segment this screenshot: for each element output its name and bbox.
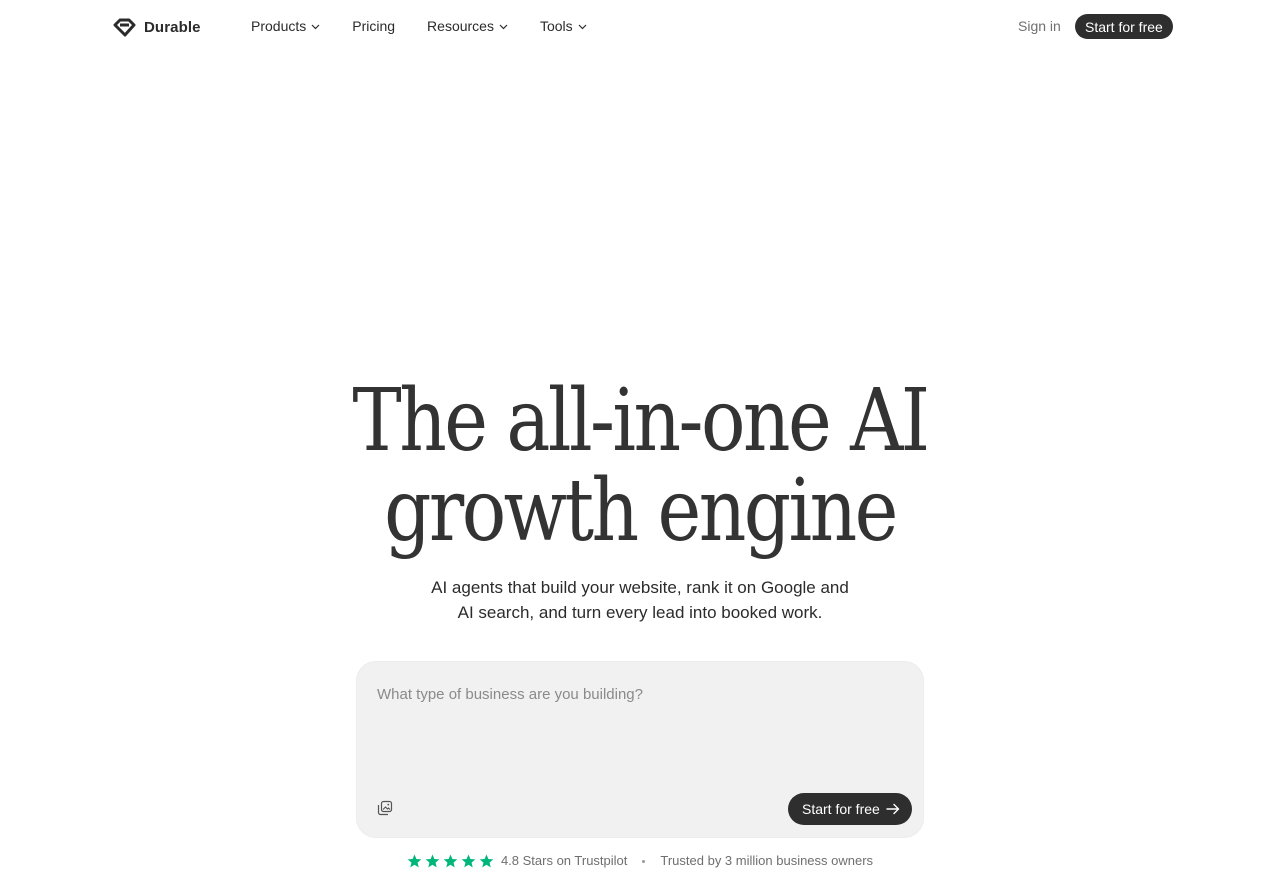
hero-subheading: AI agents that build your website, rank … [0, 575, 1280, 625]
star-icon [443, 854, 458, 868]
trustpilot-rating-text: 4.8 Stars on Trustpilot [500, 853, 628, 868]
brand-logo[interactable]: Durable [113, 15, 201, 39]
nav-item-tools[interactable]: Tools [540, 17, 587, 35]
headline-line-1: The all-in-one AI [352, 371, 930, 471]
nav-item-resources[interactable]: Resources [427, 17, 508, 35]
nav-item-label: Tools [539, 18, 573, 34]
star-icon [407, 854, 422, 868]
star-icon [425, 854, 440, 868]
chevron-down-icon [578, 24, 587, 29]
sign-in-link[interactable]: Sign in [1018, 17, 1061, 35]
diamond-logo-icon [113, 18, 136, 36]
star-icon [479, 854, 494, 868]
brand-name: Durable [144, 18, 201, 36]
prompt-cta-label: Start for free [802, 801, 880, 817]
subhead-line-1: AI agents that build your website, rank … [431, 578, 849, 597]
nav-item-label: Resources [427, 18, 494, 34]
subhead-line-2: AI search, and turn every lead into book… [457, 603, 823, 622]
headline-line-2: growth engine [384, 461, 898, 561]
chevron-down-icon [311, 24, 320, 29]
arrow-right-icon [886, 803, 900, 815]
top-nav: Durable Products Pricing Resources Tools… [0, 0, 1280, 54]
nav-item-label: Products [251, 18, 307, 34]
separator-dot [642, 859, 646, 863]
hero-headline: The all-in-one AI growth engine [90, 376, 1191, 556]
trustpilot-stars [407, 854, 494, 868]
start-for-free-button[interactable]: Start for free [1075, 14, 1173, 39]
image-stack-icon[interactable] [377, 800, 395, 818]
nav-item-products[interactable]: Products [251, 17, 320, 35]
business-type-input[interactable] [377, 682, 897, 706]
trusted-by-text: Trusted by 3 million business owners [660, 853, 874, 868]
chevron-down-icon [499, 24, 508, 29]
nav-item-label: Pricing [352, 18, 396, 34]
trust-row: 4.8 Stars on Trustpilot Trusted by 3 mil… [0, 852, 1280, 870]
star-icon [461, 854, 476, 868]
business-prompt-box: Start for free [356, 661, 924, 838]
main-menu: Products Pricing Resources Tools [251, 17, 619, 35]
prompt-start-for-free-button[interactable]: Start for free [788, 793, 912, 825]
nav-item-pricing[interactable]: Pricing [352, 17, 395, 35]
